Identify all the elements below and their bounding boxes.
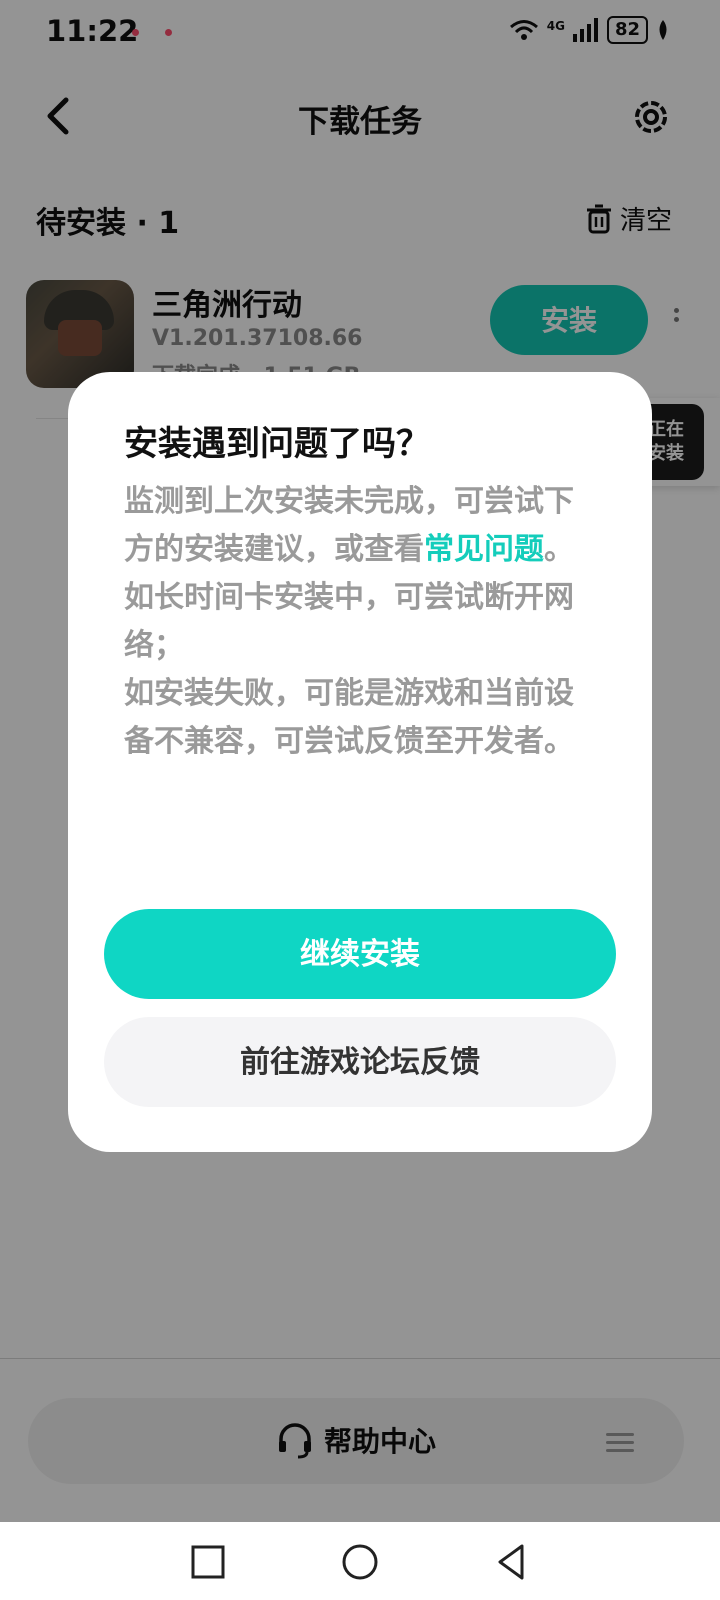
recent-apps-icon[interactable] <box>186 1540 230 1584</box>
home-icon[interactable] <box>338 1540 382 1584</box>
system-nav-bar <box>0 1522 720 1600</box>
back-nav-icon[interactable] <box>490 1540 534 1584</box>
continue-install-button[interactable]: 继续安装 <box>104 909 616 999</box>
dialog-title: 安装遇到问题了吗？ <box>124 424 430 464</box>
dialog-body: 监测到上次安装未完成，可尝试下方的安装建议，或查看常见问题。 如长时间卡安装中，… <box>124 478 584 766</box>
faq-link[interactable]: 常见问题 <box>424 532 544 567</box>
dialog-paragraph: 监测到上次安装未完成，可尝试下方的安装建议，或查看常见问题。 <box>124 484 574 567</box>
dialog-paragraph: 如安装失败，可能是游戏和当前设备不兼容，可尝试反馈至开发者。 <box>124 676 574 759</box>
forum-feedback-button[interactable]: 前往游戏论坛反馈 <box>104 1017 616 1107</box>
install-problem-dialog: 安装遇到问题了吗？ 监测到上次安装未完成，可尝试下方的安装建议，或查看常见问题。… <box>68 372 652 1152</box>
dialog-paragraph: 如长时间卡安装中，可尝试断开网络； <box>124 580 574 663</box>
